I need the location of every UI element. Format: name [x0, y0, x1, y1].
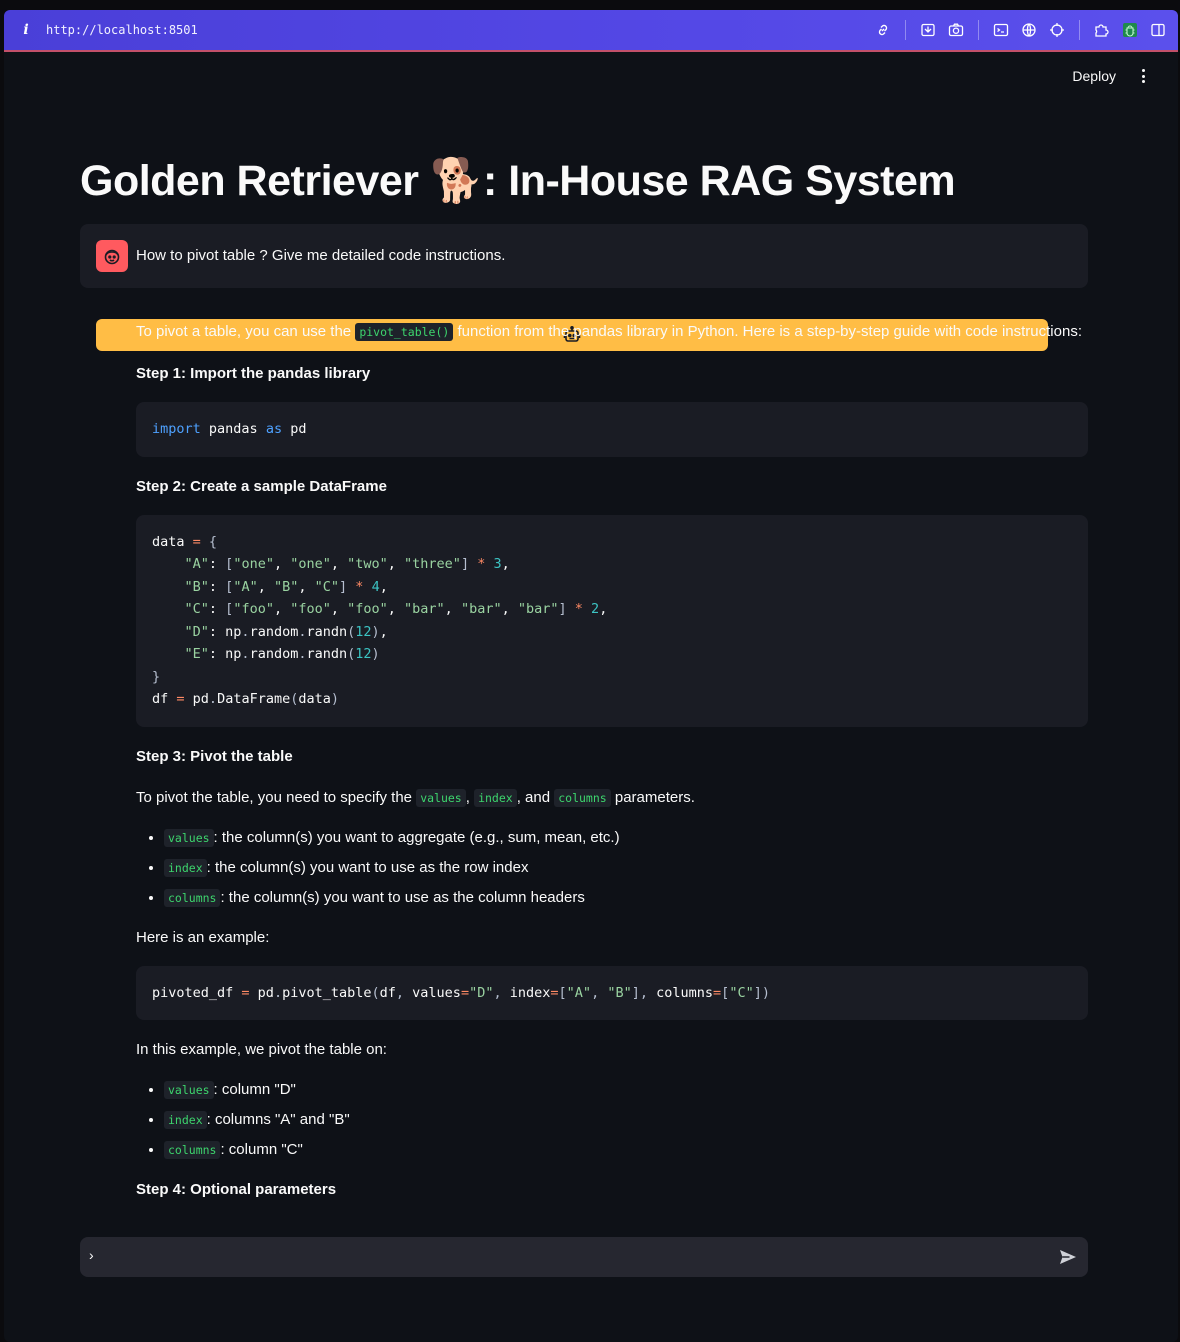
- page-title: Golden Retriever 🐕: In-House RAG System: [80, 157, 956, 205]
- step-heading: Step 2: Create a sample DataFrame: [136, 477, 387, 495]
- chat-input[interactable]: ›: [80, 1237, 1088, 1277]
- dog-emoji-icon: 🐕: [429, 157, 484, 205]
- step3-description: To pivot the table, you need to specify …: [136, 788, 695, 807]
- link-icon[interactable]: [871, 18, 895, 42]
- list-item: values: the column(s) you want to aggreg…: [164, 823, 1088, 853]
- list-item: columns: the column(s) you want to use a…: [164, 883, 1088, 913]
- send-icon[interactable]: [1058, 1247, 1078, 1267]
- terminal-icon[interactable]: [989, 18, 1013, 42]
- bug-icon[interactable]: [1118, 18, 1142, 42]
- info-icon[interactable]: i: [16, 22, 36, 38]
- browser-toolbar: i http://localhost:8501: [4, 10, 1178, 52]
- toolbar-divider: [978, 20, 979, 40]
- example-param-list: values: column "D" index: columns "A" an…: [136, 1075, 1088, 1165]
- inline-code: pivot_table(): [355, 323, 454, 341]
- inline-code: values: [416, 788, 466, 807]
- step-heading: Step 1: Import the pandas library: [136, 365, 371, 382]
- assistant-message: To pivot a table, you can use the pivot_…: [136, 320, 1088, 1202]
- example-label: Here is an example:: [136, 928, 270, 946]
- camera-icon[interactable]: [944, 18, 968, 42]
- code-block-import[interactable]: import pandas as pd: [136, 402, 1088, 457]
- inline-code: columns: [554, 788, 611, 807]
- code-block-pivot[interactable]: pivoted_df = pd.pivot_table(df, values="…: [136, 965, 1088, 1020]
- extension-icon[interactable]: [1090, 18, 1114, 42]
- assistant-intro: To pivot a table, you can use the pivot_…: [136, 323, 1082, 341]
- toolbar-divider: [905, 20, 906, 40]
- screen-record-icon[interactable]: [916, 18, 940, 42]
- param-list: values: the column(s) you want to aggreg…: [136, 823, 1088, 913]
- toolbar-icons: [871, 10, 1170, 50]
- list-item: columns: column "C": [164, 1135, 1088, 1165]
- list-item: values: column "D": [164, 1075, 1088, 1105]
- list-item: index: columns "A" and "B": [164, 1105, 1088, 1135]
- globe-icon[interactable]: [1017, 18, 1041, 42]
- step-heading: Step 4: Optional parameters: [136, 1181, 337, 1198]
- user-avatar: [96, 240, 128, 272]
- chat-prompt-glyph: ›: [89, 1247, 94, 1263]
- url-label[interactable]: http://localhost:8501: [46, 23, 198, 37]
- list-item: index: the column(s) you want to use as …: [164, 853, 1088, 883]
- crosshair-icon[interactable]: [1045, 18, 1069, 42]
- step-heading: Step 3: Pivot the table: [136, 747, 293, 765]
- deploy-button[interactable]: Deploy: [1072, 68, 1116, 84]
- user-chat-message: How to pivot table ? Give me detailed co…: [80, 224, 1088, 288]
- example-explanation: In this example, we pivot the table on:: [136, 1041, 387, 1058]
- user-message-text: How to pivot table ? Give me detailed co…: [136, 247, 506, 264]
- main-menu-icon[interactable]: [1136, 66, 1150, 86]
- toolbar-divider: [1079, 20, 1080, 40]
- inline-code: index: [474, 788, 517, 807]
- sidebar-toggle-icon[interactable]: [1146, 18, 1170, 42]
- code-block-dataframe[interactable]: data = { "A": ["one", "one", "two", "thr…: [136, 514, 1088, 727]
